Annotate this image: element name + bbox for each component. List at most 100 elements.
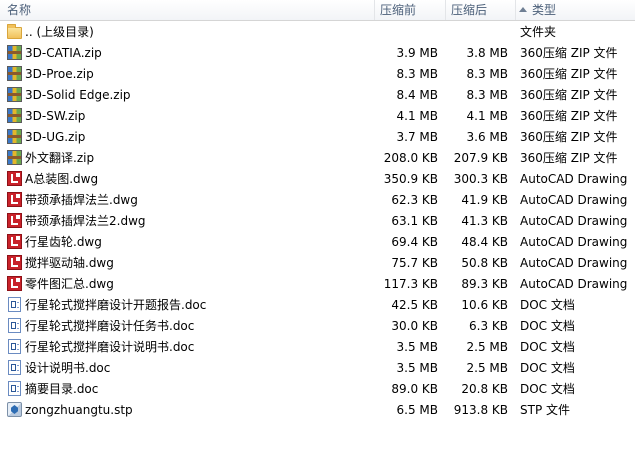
- dwg-file-icon: [7, 213, 22, 228]
- file-packed-size: 3.5 MB: [396, 361, 438, 375]
- doc-file-icon: [8, 360, 21, 375]
- column-header-size[interactable]: 压缩后: [446, 0, 516, 20]
- file-row[interactable]: .. (上级目录) 文件夹: [0, 22, 635, 43]
- file-type: DOC 文档: [520, 361, 575, 375]
- file-type: AutoCAD Drawing: [520, 256, 628, 270]
- file-name-cell: 外文翻译.zip: [7, 148, 373, 169]
- file-row[interactable]: 带颈承插焊法兰.dwg 62.3 KB 41.9 KB AutoCAD Drawing: [0, 190, 635, 211]
- file-row[interactable]: 行星轮式搅拌磨设计任务书.doc 30.0 KB 6.3 KB DOC 文档: [0, 316, 635, 337]
- file-row[interactable]: 3D-UG.zip 3.7 MB 3.6 MB 360压缩 ZIP 文件: [0, 127, 635, 148]
- column-header-type-label: 类型: [532, 3, 557, 17]
- file-row[interactable]: 搅拌驱动轴.dwg 75.7 KB 50.8 KB AutoCAD Drawing: [0, 253, 635, 274]
- file-name-cell: 3D-Solid Edge.zip: [7, 85, 373, 106]
- file-type: 文件夹: [520, 25, 557, 39]
- file-row[interactable]: 3D-CATIA.zip 3.9 MB 3.8 MB 360压缩 ZIP 文件: [0, 43, 635, 64]
- zip-archive-icon: [7, 129, 22, 144]
- dwg-file-icon: [7, 192, 22, 207]
- column-header-type[interactable]: 类型: [516, 0, 635, 20]
- file-row[interactable]: 行星齿轮.dwg 69.4 KB 48.4 KB AutoCAD Drawing: [0, 232, 635, 253]
- file-row[interactable]: 3D-Proe.zip 8.3 MB 8.3 MB 360压缩 ZIP 文件: [0, 64, 635, 85]
- file-type: DOC 文档: [520, 340, 575, 354]
- file-size: 41.3 KB: [461, 214, 508, 228]
- file-name: 外文翻译.zip: [25, 151, 95, 165]
- file-name-cell: 行星轮式搅拌磨设计说明书.doc: [7, 337, 373, 358]
- file-row[interactable]: 外文翻译.zip 208.0 KB 207.9 KB 360压缩 ZIP 文件: [0, 148, 635, 169]
- file-size: 4.1 MB: [466, 109, 508, 123]
- dwg-file-icon: [7, 171, 22, 186]
- file-size: 41.9 KB: [461, 193, 508, 207]
- file-name-cell: 行星齿轮.dwg: [7, 232, 373, 253]
- file-size: 3.8 MB: [466, 46, 508, 60]
- file-row[interactable]: 3D-SW.zip 4.1 MB 4.1 MB 360压缩 ZIP 文件: [0, 106, 635, 127]
- file-name-cell: A总装图.dwg: [7, 169, 373, 190]
- dwg-file-icon: [7, 234, 22, 249]
- sort-ascending-icon: [519, 7, 527, 12]
- file-size: 48.4 KB: [461, 235, 508, 249]
- file-row[interactable]: A总装图.dwg 350.9 KB 300.3 KB AutoCAD Drawing: [0, 169, 635, 190]
- file-type: 360压缩 ZIP 文件: [520, 88, 618, 102]
- file-row[interactable]: 零件图汇总.dwg 117.3 KB 89.3 KB AutoCAD Drawing: [0, 274, 635, 295]
- file-size: 50.8 KB: [461, 256, 508, 270]
- file-row[interactable]: 3D-Solid Edge.zip 8.4 MB 8.3 MB 360压缩 ZIP 文…: [0, 85, 635, 106]
- file-size: 8.3 MB: [466, 88, 508, 102]
- file-name: 设计说明书.doc: [25, 361, 111, 375]
- doc-file-icon: [8, 318, 21, 333]
- file-type: AutoCAD Drawing: [520, 277, 628, 291]
- file-size: 913.8 KB: [453, 403, 508, 417]
- file-packed-size: 30.0 KB: [391, 319, 438, 333]
- file-name: 3D-SW.zip: [25, 109, 86, 123]
- file-packed-size: 3.7 MB: [396, 130, 438, 144]
- file-size: 2.5 MB: [466, 340, 508, 354]
- file-row[interactable]: 摘要目录.doc 89.0 KB 20.8 KB DOC 文档: [0, 379, 635, 400]
- file-row[interactable]: 行星轮式搅拌磨设计开题报告.doc 42.5 KB 10.6 KB DOC 文档: [0, 295, 635, 316]
- column-header-bar: 名称 压缩前 压缩后 类型: [0, 0, 635, 21]
- file-name: 带颈承插焊法兰2.dwg: [25, 214, 146, 228]
- file-size: 207.9 KB: [453, 151, 508, 165]
- file-packed-size: 63.1 KB: [391, 214, 438, 228]
- file-packed-size: 208.0 KB: [383, 151, 438, 165]
- file-name: 零件图汇总.dwg: [25, 277, 114, 291]
- file-name: 行星轮式搅拌磨设计任务书.doc: [25, 319, 195, 333]
- file-type: 360压缩 ZIP 文件: [520, 109, 618, 123]
- file-name-cell: 3D-CATIA.zip: [7, 43, 373, 64]
- file-row[interactable]: 设计说明书.doc 3.5 MB 2.5 MB DOC 文档: [0, 358, 635, 379]
- file-type: 360压缩 ZIP 文件: [520, 67, 618, 81]
- file-packed-size: 3.5 MB: [396, 340, 438, 354]
- file-name: A总装图.dwg: [25, 172, 99, 186]
- file-size: 89.3 KB: [461, 277, 508, 291]
- file-name: 行星轮式搅拌磨设计开题报告.doc: [25, 298, 207, 312]
- file-name-cell: 带颈承插焊法兰2.dwg: [7, 211, 373, 232]
- zip-archive-icon: [7, 108, 22, 123]
- file-name-cell: 设计说明书.doc: [7, 358, 373, 379]
- zip-archive-icon: [7, 87, 22, 102]
- file-row[interactable]: 带颈承插焊法兰2.dwg 63.1 KB 41.3 KB AutoCAD Drawin…: [0, 211, 635, 232]
- file-name-cell: zongzhuangtu.stp: [7, 400, 373, 421]
- file-size: 3.6 MB: [466, 130, 508, 144]
- file-name-cell: 行星轮式搅拌磨设计开题报告.doc: [7, 295, 373, 316]
- file-packed-size: 6.5 MB: [396, 403, 438, 417]
- zip-archive-icon: [7, 45, 22, 60]
- file-row[interactable]: 行星轮式搅拌磨设计说明书.doc 3.5 MB 2.5 MB DOC 文档: [0, 337, 635, 358]
- file-type: AutoCAD Drawing: [520, 172, 628, 186]
- doc-file-icon: [8, 339, 21, 354]
- file-name: 3D-UG.zip: [25, 130, 86, 144]
- column-header-packed-size[interactable]: 压缩前: [375, 0, 446, 20]
- file-type: DOC 文档: [520, 382, 575, 396]
- file-name-cell: 3D-UG.zip: [7, 127, 373, 148]
- file-packed-size: 69.4 KB: [391, 235, 438, 249]
- file-packed-size: [376, 22, 438, 43]
- file-packed-size: 8.4 MB: [396, 88, 438, 102]
- file-name: 搅拌驱动轴.dwg: [25, 256, 114, 270]
- file-name: 3D-Solid Edge.zip: [25, 88, 131, 102]
- file-packed-size: 3.9 MB: [396, 46, 438, 60]
- folder-icon: [7, 24, 22, 39]
- file-rows: .. (上级目录) 文件夹 3D-CATIA.zip 3.9 MB 3.8 MB 360压…: [0, 22, 635, 421]
- file-row[interactable]: zongzhuangtu.stp 6.5 MB 913.8 KB STP 文件: [0, 400, 635, 421]
- column-header-name[interactable]: 名称: [0, 0, 375, 20]
- file-packed-size: 350.9 KB: [383, 172, 438, 186]
- file-packed-size: 117.3 KB: [383, 277, 438, 291]
- file-size: 2.5 MB: [466, 361, 508, 375]
- file-packed-size: 42.5 KB: [391, 298, 438, 312]
- file-size: 20.8 KB: [461, 382, 508, 396]
- file-type: AutoCAD Drawing: [520, 214, 628, 228]
